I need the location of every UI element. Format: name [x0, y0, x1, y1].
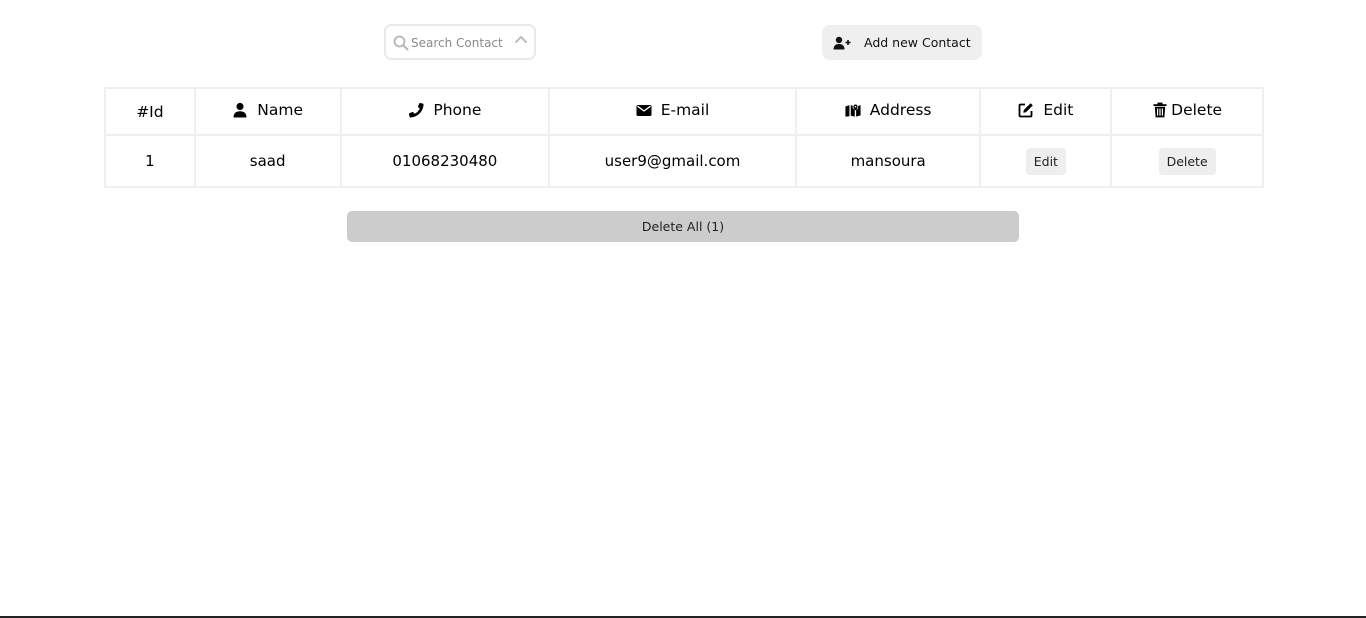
cell-edit: Edit: [981, 136, 1111, 186]
header-phone-label: Phone: [433, 101, 482, 119]
header-phone: Phone: [341, 89, 549, 134]
cell-id: 1: [106, 136, 194, 186]
header-address-label: Address: [869, 101, 932, 119]
header-name-label: Name: [257, 101, 304, 119]
header-delete: Delete: [1112, 89, 1262, 134]
search-box[interactable]: [384, 24, 536, 60]
trash-icon: [1153, 102, 1167, 118]
delete-all-button[interactable]: Delete All (1): [347, 211, 1019, 242]
cell-phone: 01068230480: [341, 136, 549, 186]
search-icon: [393, 35, 409, 51]
map-icon: [845, 104, 861, 117]
header-edit: Edit: [981, 89, 1111, 134]
header-name: Name: [195, 89, 340, 134]
table-header-row: #Id Name Phone E-mail Address Edit Delet…: [106, 89, 1262, 134]
header-id: #Id: [106, 89, 194, 134]
contacts-table: #Id Name Phone E-mail Address Edit Delet…: [104, 87, 1264, 188]
add-contact-label: Add new Contact: [864, 35, 971, 50]
contacts-page: Add new Contact #Id: [0, 0, 1366, 618]
search-input[interactable]: [411, 32, 515, 54]
edit-button[interactable]: Edit: [1025, 147, 1066, 175]
phone-icon: [409, 102, 424, 118]
header-email-label: E-mail: [660, 101, 710, 119]
cell-delete: Delete: [1112, 136, 1262, 186]
user-plus-icon: [833, 36, 851, 49]
chevron-up-icon[interactable]: [514, 34, 528, 44]
header-id-label: #Id: [136, 102, 164, 121]
header-address: Address: [796, 89, 980, 134]
envelope-icon: [636, 105, 652, 116]
header-delete-label: Delete: [1171, 101, 1223, 119]
header-edit-label: Edit: [1043, 101, 1074, 119]
table-row: 1 saad 01068230480 user9@gmail.com manso…: [106, 136, 1262, 186]
header-email: E-mail: [550, 89, 795, 134]
cell-name: saad: [195, 136, 340, 186]
delete-button[interactable]: Delete: [1158, 147, 1216, 175]
cell-email: user9@gmail.com: [550, 136, 795, 186]
edit-icon: [1018, 103, 1034, 118]
user-icon: [233, 102, 247, 118]
cell-address: mansoura: [796, 136, 980, 186]
add-contact-button[interactable]: Add new Contact: [822, 25, 982, 60]
